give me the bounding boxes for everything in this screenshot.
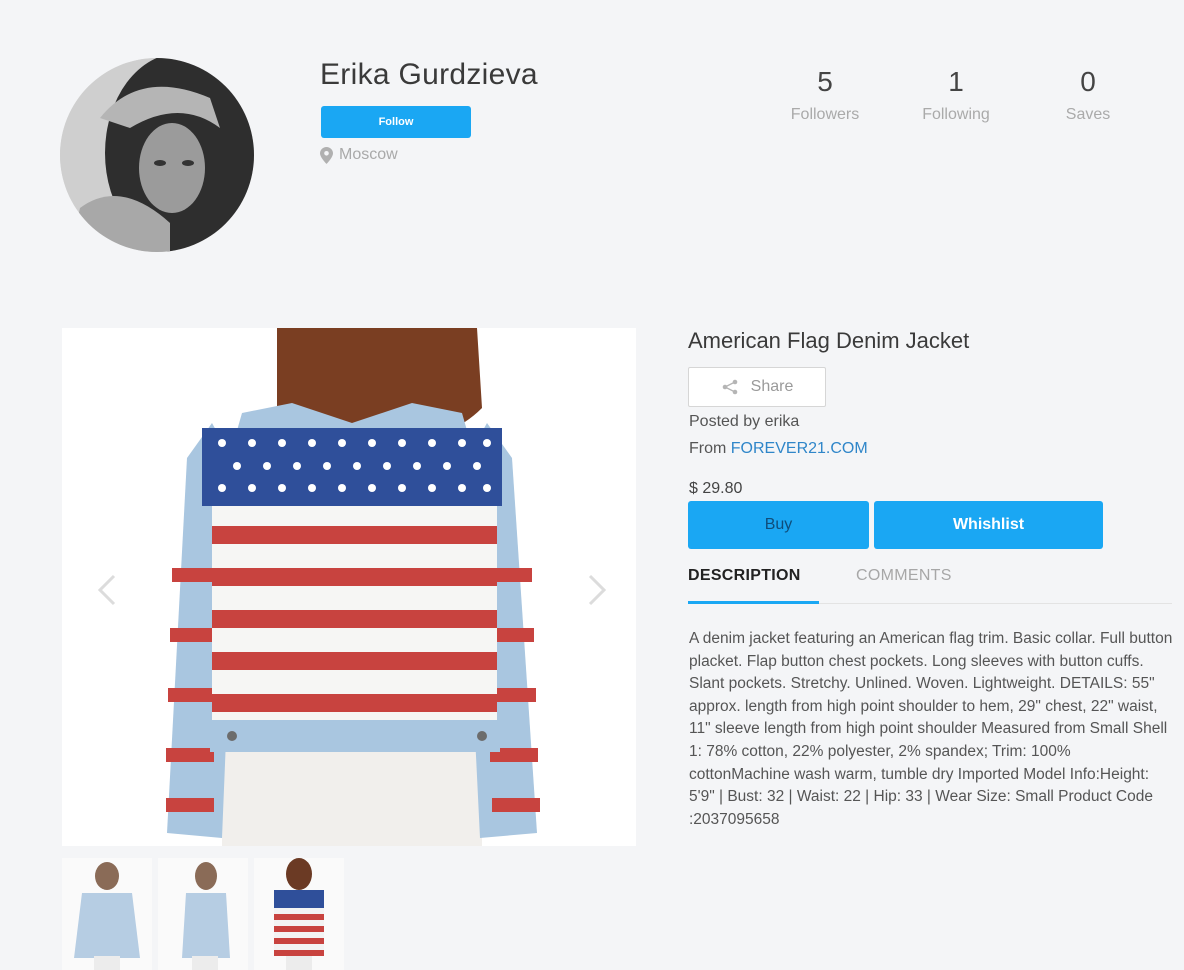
- product-title: American Flag Denim Jacket: [688, 328, 970, 353]
- chevron-right-icon: [588, 574, 607, 606]
- stat-followers[interactable]: 5 Followers: [770, 68, 880, 124]
- avatar-photo: [60, 58, 254, 252]
- follow-button[interactable]: Follow: [321, 106, 471, 138]
- stat-value: 5: [817, 66, 833, 97]
- avatar[interactable]: [60, 58, 254, 252]
- tab-comments[interactable]: COMMENTS: [856, 566, 952, 604]
- wishlist-button[interactable]: Whishlist: [874, 501, 1103, 549]
- stat-label: Following: [922, 106, 990, 123]
- profile-stats: 5 Followers 1 Following 0 Saves: [770, 68, 1130, 138]
- stat-following[interactable]: 1 Following: [901, 68, 1011, 124]
- product-description: A denim jacket featuring an American fla…: [689, 630, 1173, 828]
- product-page: Erika Gurdzieva Follow Moscow 5 Follower…: [0, 0, 1184, 970]
- stat-label: Saves: [1065, 106, 1111, 123]
- thumbnail[interactable]: [158, 858, 248, 970]
- share-button[interactable]: Share: [688, 367, 826, 407]
- stat-label: Followers: [790, 106, 860, 123]
- thumbnail-back-view: [254, 858, 344, 970]
- thumbnail-front-view: [62, 858, 152, 970]
- share-icon: [722, 379, 737, 395]
- product-source: From FOREVER21.COM: [689, 440, 868, 458]
- stat-value: 0: [1080, 66, 1096, 97]
- stat-value: 1: [948, 66, 964, 97]
- posted-by: Posted by erika: [689, 413, 800, 430]
- location-label: Moscow: [339, 146, 398, 163]
- product-price: $ 29.80: [689, 480, 743, 497]
- product-main-image: [62, 328, 636, 846]
- thumbnail-side-view: [158, 858, 248, 970]
- thumbnail[interactable]: [62, 858, 152, 970]
- stat-saves[interactable]: 0 Saves: [1033, 68, 1143, 124]
- share-label: Share: [750, 378, 794, 395]
- source-link[interactable]: FOREVER21.COM: [731, 440, 868, 457]
- product-tabs: DESCRIPTION COMMENTS: [688, 566, 1172, 604]
- thumbnail[interactable]: [254, 858, 344, 970]
- location: Moscow: [320, 146, 398, 164]
- buy-button[interactable]: Buy: [688, 501, 869, 549]
- next-image-button[interactable]: [582, 570, 612, 610]
- prev-image-button[interactable]: [92, 570, 122, 610]
- tab-description[interactable]: DESCRIPTION: [688, 566, 819, 604]
- source-prefix: From: [689, 440, 727, 457]
- jacket-photo: [62, 328, 636, 846]
- chevron-left-icon: [97, 574, 116, 606]
- thumbnail-strip: [62, 858, 344, 970]
- map-pin-icon: [320, 146, 333, 164]
- profile-name: Erika Gurdzieva: [320, 58, 538, 91]
